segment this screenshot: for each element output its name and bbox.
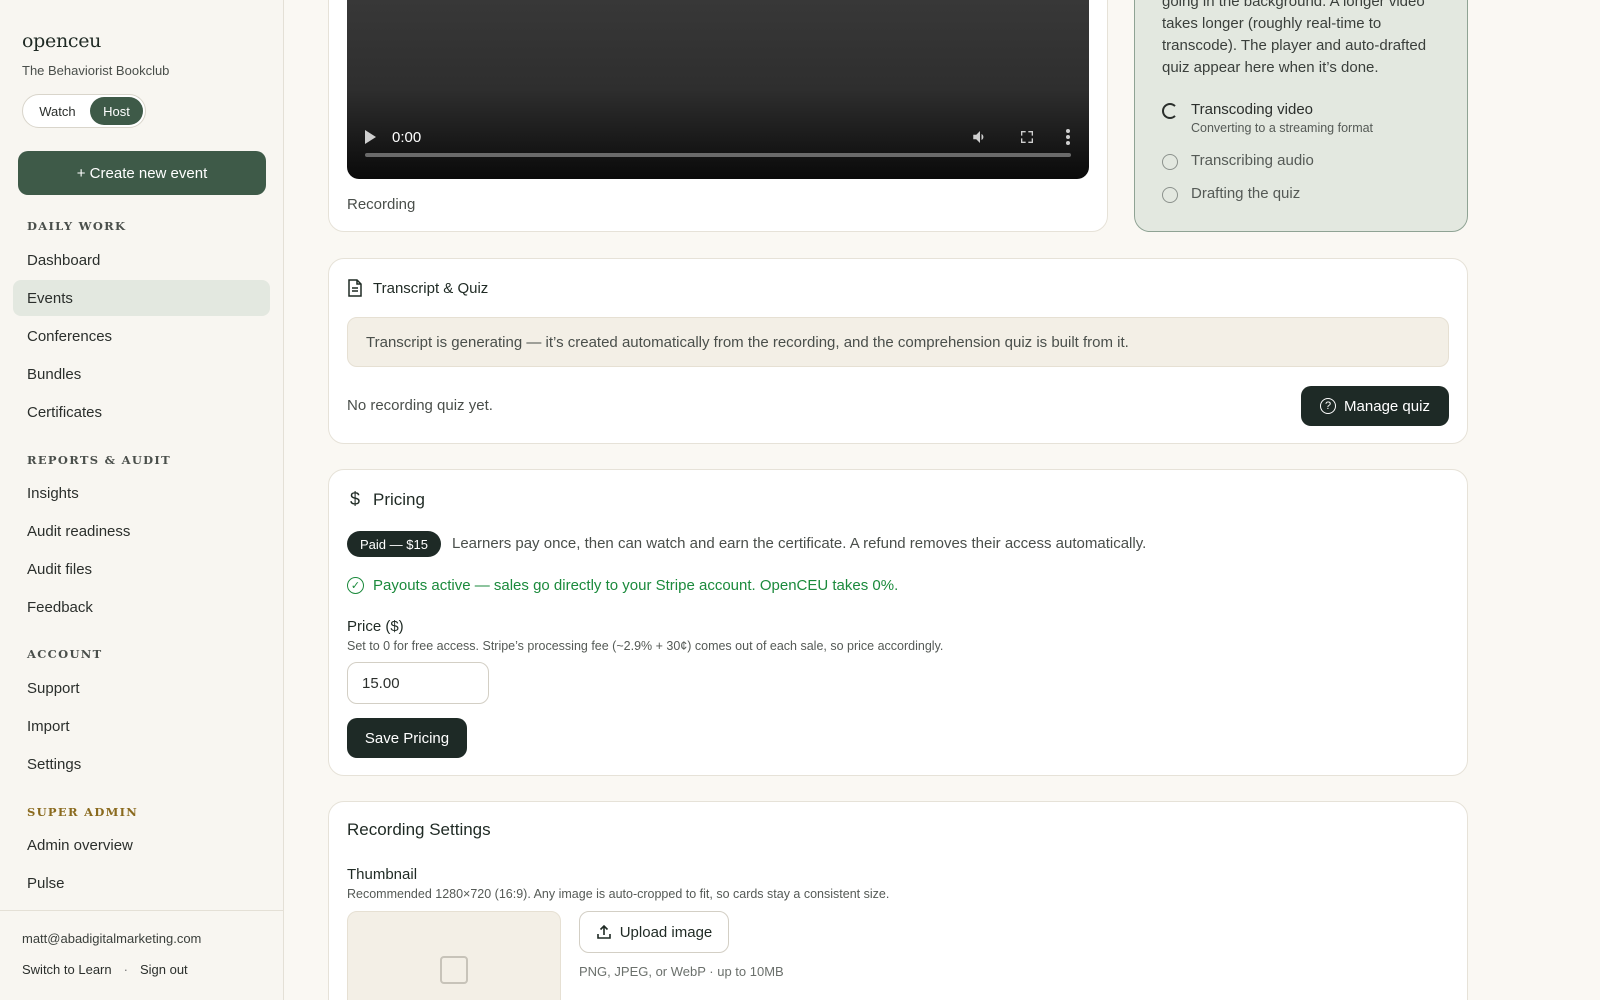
upload-help: PNG, JPEG, or WebP · up to 10MB (579, 964, 784, 979)
video-controls: 0:00 (365, 125, 1071, 149)
thumbnail-preview (347, 911, 561, 1000)
spinner-icon (1162, 103, 1178, 119)
step-drafting: Drafting the quiz (1162, 185, 1300, 203)
sidebar: openceu The Behaviorist Bookclub Watch H… (0, 0, 284, 1000)
thumbnail-help: Recommended 1280×720 (16:9). Any image i… (347, 887, 890, 901)
upload-icon (596, 924, 611, 939)
image-placeholder-icon (440, 956, 468, 984)
video-player[interactable]: 0:00 (347, 0, 1089, 179)
check-circle-icon: ✓ (347, 577, 364, 594)
price-help: Set to 0 for free access. Stripe’s proce… (347, 639, 944, 653)
sidebar-item-audit-files[interactable]: Audit files (13, 551, 270, 587)
pricing-header: $ Pricing (347, 489, 425, 510)
payouts-status: ✓ Payouts active — sales go directly to … (347, 577, 898, 594)
transcript-quiz-card: Transcript & Quiz Transcript is generati… (328, 258, 1468, 444)
processing-description: going in the background. A longer video … (1162, 0, 1427, 76)
step-title: Drafting the quiz (1191, 185, 1301, 202)
pricing-description: Learners pay once, then can watch and ea… (452, 535, 1147, 552)
video-caption: Recording (347, 196, 416, 213)
switch-to-learn-link[interactable]: Switch to Learn (22, 962, 112, 977)
sidebar-item-conferences[interactable]: Conferences (13, 318, 270, 354)
recording-settings-card: Recording Settings Thumbnail Recommended… (328, 801, 1468, 1000)
no-quiz-text: No recording quiz yet. (347, 397, 493, 414)
fullscreen-icon[interactable] (1019, 129, 1035, 145)
toggle-host[interactable]: Host (89, 97, 143, 125)
sidebar-item-dashboard[interactable]: Dashboard (13, 242, 270, 278)
sidebar-item-certificates[interactable]: Certificates (13, 394, 270, 430)
sidebar-item-settings[interactable]: Settings (13, 746, 270, 782)
create-event-button[interactable]: + Create new event (18, 151, 266, 195)
save-pricing-button[interactable]: Save Pricing (347, 718, 467, 758)
volume-icon[interactable] (971, 128, 989, 146)
manage-quiz-button[interactable]: ? Manage quiz (1301, 386, 1449, 426)
upload-image-button[interactable]: Upload image (579, 911, 729, 953)
video-progress-bar[interactable] (365, 153, 1071, 157)
sidebar-item-import[interactable]: Import (13, 708, 270, 744)
document-icon (348, 279, 362, 297)
price-input[interactable] (347, 662, 489, 704)
sidebar-item-insights[interactable]: Insights (13, 475, 270, 511)
sidebar-footer: matt@abadigitalmarketing.com Switch to L… (0, 910, 284, 1000)
step-transcribing: Transcribing audio (1162, 152, 1314, 170)
card-title: Transcript & Quiz (373, 279, 489, 297)
section-super-admin: SUPER ADMIN (27, 805, 139, 819)
help-circle-icon: ? (1320, 398, 1337, 414)
sidebar-item-feedback[interactable]: Feedback (13, 589, 270, 625)
sidebar-item-admin-overview[interactable]: Admin overview (13, 827, 270, 863)
manage-quiz-label: Manage quiz (1344, 397, 1430, 415)
more-options-icon[interactable] (1065, 128, 1071, 146)
toggle-watch[interactable]: Watch (25, 97, 90, 125)
footer-links: Switch to Learn · Sign out (22, 962, 188, 977)
video-time: 0:00 (392, 128, 422, 146)
sidebar-item-bundles[interactable]: Bundles (13, 356, 270, 392)
brand-logo[interactable]: openceu (22, 30, 101, 52)
section-reports-audit: REPORTS & AUDIT (27, 453, 171, 467)
sidebar-item-events[interactable]: Events (13, 280, 270, 316)
section-account: ACCOUNT (27, 647, 103, 661)
price-label: Price ($) (347, 618, 404, 635)
step-title: Transcribing audio (1191, 152, 1314, 169)
pending-circle-icon (1162, 154, 1178, 170)
step-transcoding: Transcoding video Converting to a stream… (1162, 101, 1373, 135)
transcript-notice: Transcript is generating — it’s created … (347, 317, 1449, 367)
user-email: matt@abadigitalmarketing.com (22, 931, 202, 946)
organization-name: The Behaviorist Bookclub (22, 63, 170, 78)
upload-image-label: Upload image (619, 923, 713, 941)
card-title: Pricing (373, 489, 425, 509)
step-title: Transcoding video (1191, 101, 1314, 118)
play-icon[interactable] (365, 130, 376, 144)
sidebar-item-pulse[interactable]: Pulse (13, 865, 270, 901)
pricing-card: $ Pricing Paid — $15 Learners pay once, … (328, 469, 1468, 776)
sign-out-link[interactable]: Sign out (140, 962, 188, 977)
footer-separator: · (123, 962, 128, 977)
transcript-quiz-header: Transcript & Quiz (347, 279, 488, 297)
sidebar-item-support[interactable]: Support (13, 670, 270, 706)
watch-host-toggle: Watch Host (22, 94, 146, 128)
thumbnail-label: Thumbnail (347, 866, 418, 883)
step-subtitle: Converting to a streaming format (1191, 121, 1374, 135)
section-daily-work: DAILY WORK (27, 219, 127, 233)
processing-status-card: going in the background. A longer video … (1134, 0, 1468, 232)
payouts-text: Payouts active — sales go directly to yo… (373, 577, 899, 594)
dollar-icon: $ (349, 489, 360, 509)
pending-circle-icon (1162, 187, 1178, 203)
video-card: 0:00 Recording (328, 0, 1108, 232)
price-badge: Paid — $15 (347, 531, 441, 557)
video-controls-right (971, 128, 1071, 146)
card-title: Recording Settings (347, 820, 491, 839)
sidebar-item-audit-readiness[interactable]: Audit readiness (13, 513, 270, 549)
